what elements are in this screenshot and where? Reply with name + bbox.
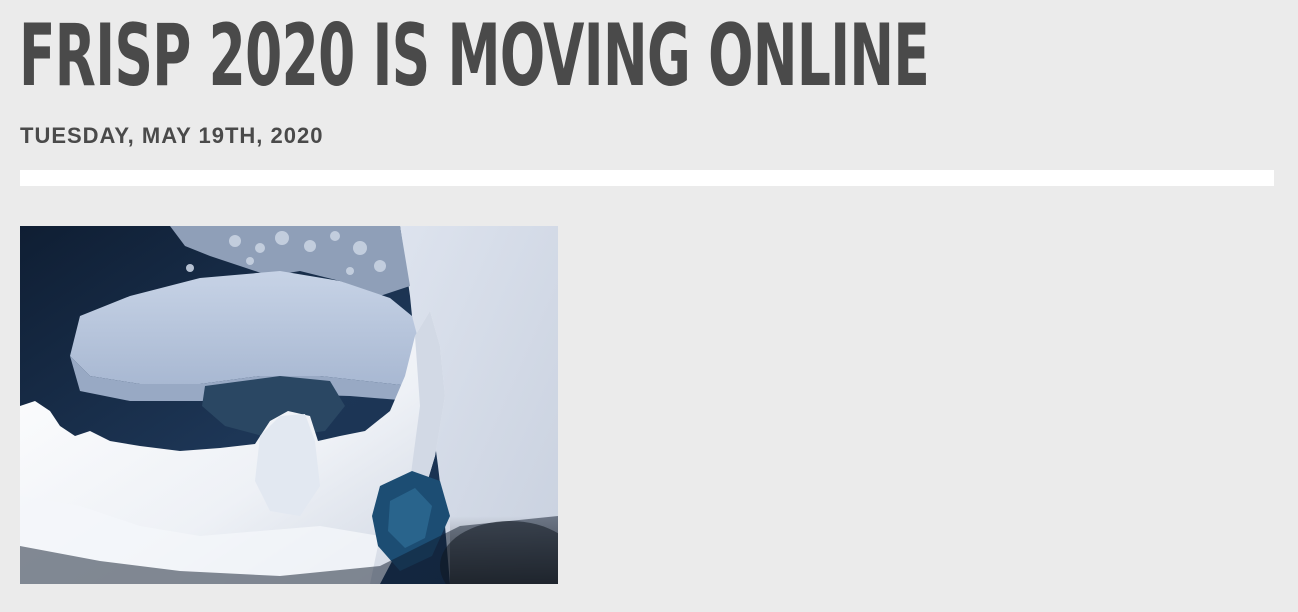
post-date: TUESDAY, MAY 19TH, 2020 — [20, 123, 324, 148]
iceberg-illustration — [20, 226, 558, 584]
post-title[interactable]: FRISP 2020 IS MOVING ONLINE — [19, 6, 930, 106]
featured-image-iceberg[interactable] — [20, 226, 558, 584]
divider-bar — [20, 170, 1274, 186]
blog-post: FRISP 2020 IS MOVING ONLINE TUESDAY, MAY… — [0, 0, 1298, 612]
